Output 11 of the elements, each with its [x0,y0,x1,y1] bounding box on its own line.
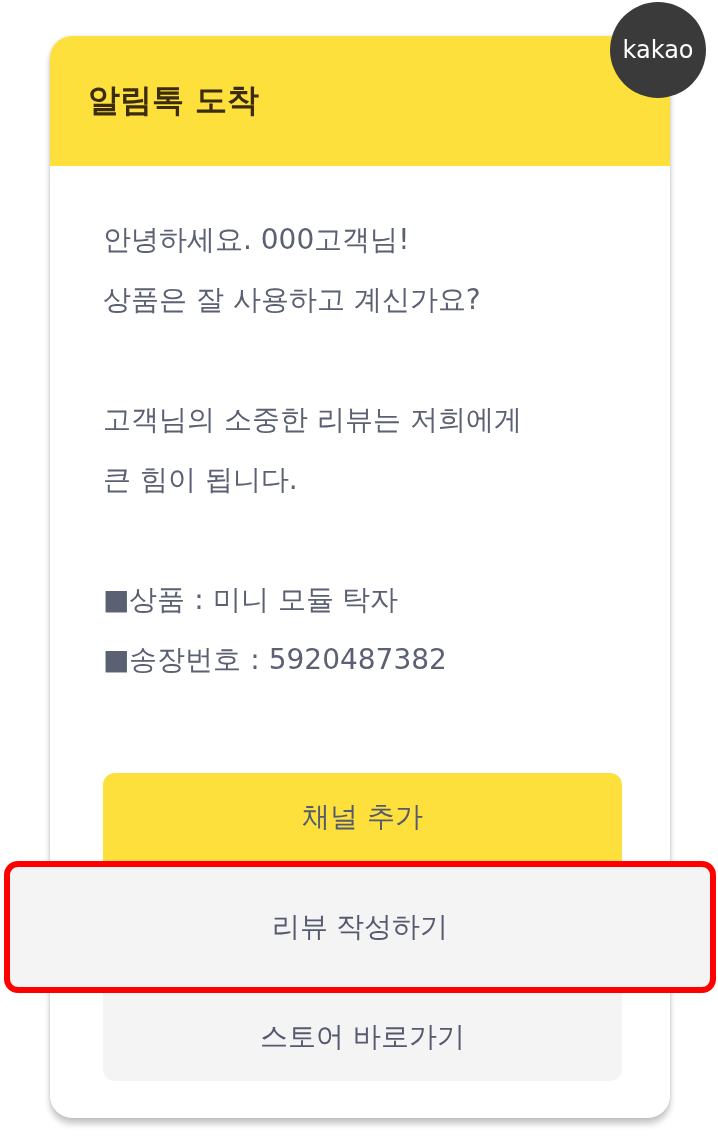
card-title: 알림톡 도착 [88,80,260,121]
kakao-badge: kakao [610,2,706,98]
action-button[interactable]: 채널 추가 [103,773,622,861]
message-line: ■송장번호 : 5920487382 [103,642,448,678]
action-button[interactable]: 스토어 바로가기 [103,993,622,1081]
message-line: 큰 힘이 됩니다. [103,462,299,498]
message-line: ■상품 : 미니 모듈 탁자 [103,582,400,618]
message-line: 고객님의 소중한 리뷰는 저희에게 [103,402,523,438]
message-line: 상품은 잘 사용하고 계신가요? [103,282,482,318]
message-line: 안녕하세요. 000고객님! [103,222,411,258]
action-button[interactable]: 리뷰 작성하기 [4,861,716,993]
